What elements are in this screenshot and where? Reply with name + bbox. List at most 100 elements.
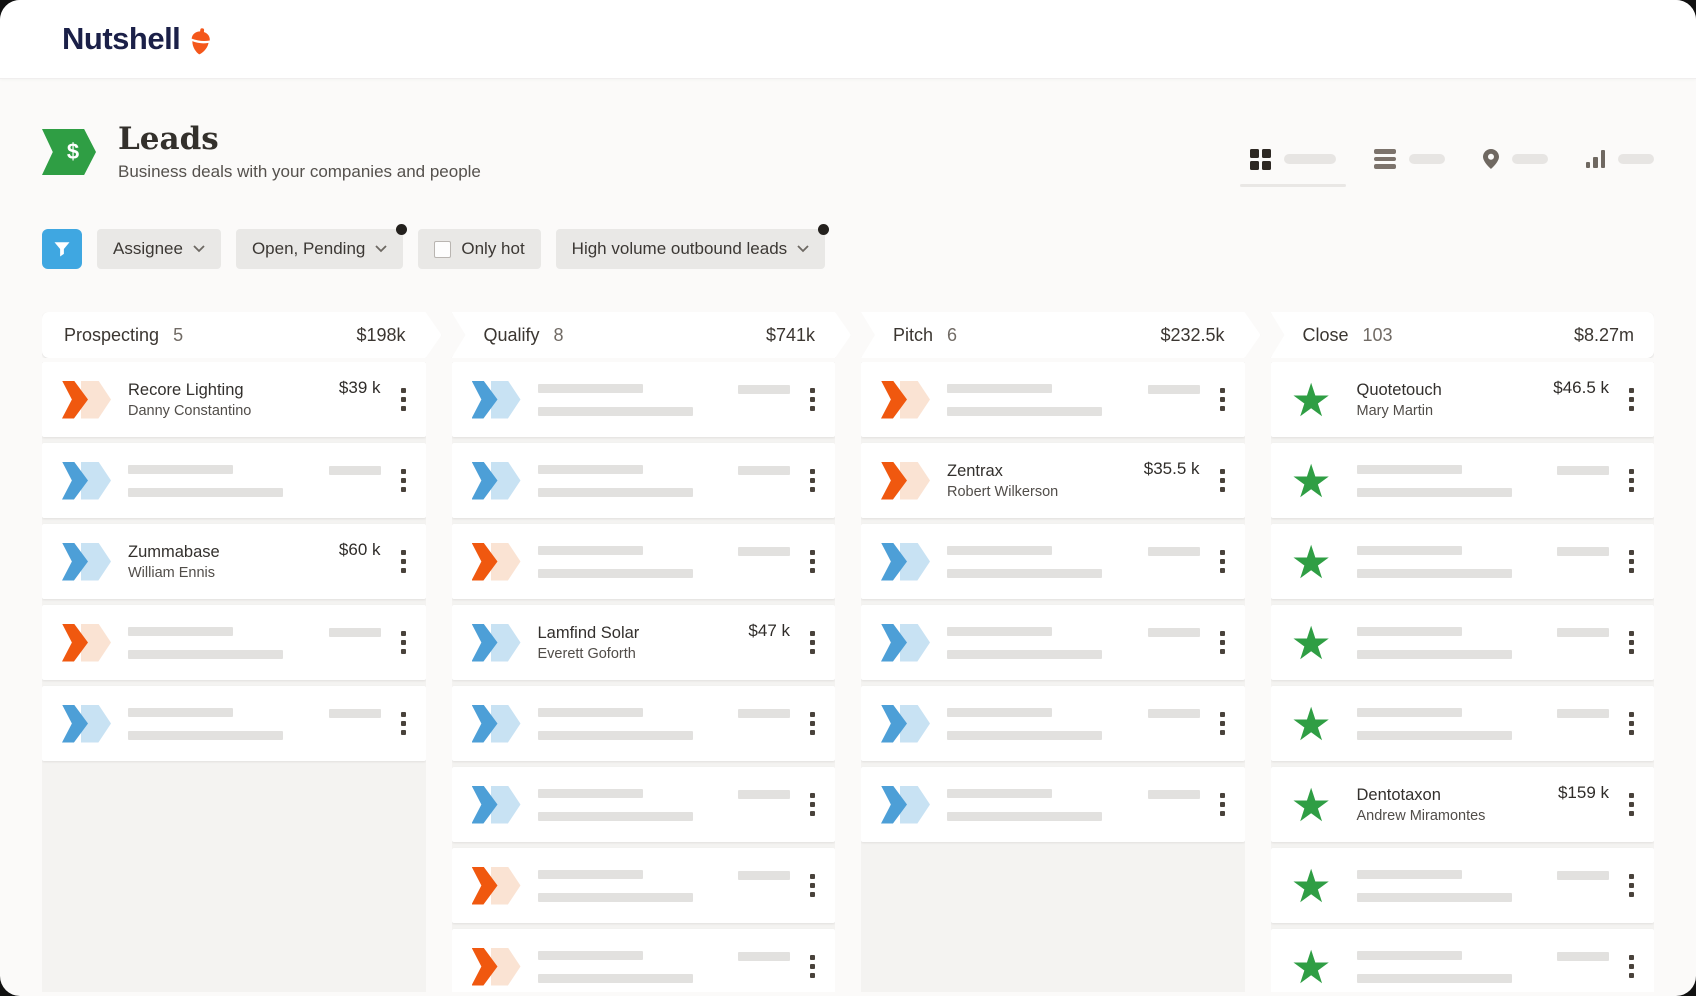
pipeline-board: Prospecting 5 $198k Recore Lighting Dann… <box>0 312 1696 992</box>
lead-card[interactable]: Zentrax Robert Wilkerson $35.5 k <box>861 443 1245 518</box>
nutshell-logo[interactable]: Nutshell <box>62 21 212 57</box>
lead-card-body: Zummabase William Ennis <box>128 543 220 581</box>
report-view-toggle[interactable] <box>1586 150 1655 168</box>
skeleton-value <box>738 709 790 718</box>
lead-card[interactable] <box>861 362 1245 437</box>
card-menu-button[interactable] <box>1625 627 1638 658</box>
lead-card[interactable] <box>861 524 1245 599</box>
orange-chevrons-icon <box>472 867 522 905</box>
card-menu-button[interactable] <box>806 546 819 577</box>
lead-card[interactable]: Lamfind Solar Everett Goforth $47 k <box>452 605 836 680</box>
lead-value <box>738 871 806 880</box>
skeleton-line <box>538 893 693 902</box>
lead-card-body <box>128 465 283 497</box>
card-menu-button[interactable] <box>1625 951 1638 982</box>
active-filter-indicator <box>396 224 407 235</box>
card-menu-button[interactable] <box>806 384 819 415</box>
skeleton-value <box>1148 547 1200 556</box>
column-header: Qualify 8 $741k <box>452 312 852 358</box>
card-menu-button[interactable] <box>397 546 410 577</box>
lead-card[interactable]: ★ <box>1271 443 1655 518</box>
card-menu-button[interactable] <box>1216 384 1229 415</box>
card-menu-button[interactable] <box>1216 708 1229 739</box>
card-menu-button[interactable] <box>1625 708 1638 739</box>
column-total-value: $8.27m <box>1574 325 1634 346</box>
acorn-icon <box>188 26 214 55</box>
card-menu-button[interactable] <box>397 708 410 739</box>
card-menu-button[interactable] <box>1216 465 1229 496</box>
column-name: Prospecting <box>64 325 159 346</box>
skeleton-line <box>128 627 233 636</box>
lead-card[interactable]: Recore Lighting Danny Constantino $39 k <box>42 362 426 437</box>
lead-value: $47 k <box>748 621 806 641</box>
lead-card[interactable]: Zummabase William Ennis $60 k <box>42 524 426 599</box>
lead-card[interactable] <box>452 362 836 437</box>
assignee-filter[interactable]: Assignee <box>97 229 221 269</box>
skeleton-line <box>947 650 1102 659</box>
card-menu-button[interactable] <box>806 708 819 739</box>
skeleton-value <box>738 790 790 799</box>
skeleton-value <box>738 385 790 394</box>
card-menu-button[interactable] <box>1625 789 1638 820</box>
card-menu-button[interactable] <box>1216 546 1229 577</box>
card-menu-button[interactable] <box>1216 789 1229 820</box>
card-menu-button[interactable] <box>806 789 819 820</box>
card-menu-button[interactable] <box>1625 465 1638 496</box>
lead-card[interactable] <box>42 443 426 518</box>
lead-card[interactable] <box>452 848 836 923</box>
bar-chart-icon <box>1586 150 1606 168</box>
lead-card[interactable] <box>42 686 426 761</box>
lead-card-body: Zentrax Robert Wilkerson <box>947 462 1058 500</box>
lead-card[interactable] <box>861 686 1245 761</box>
lead-value <box>1148 547 1216 556</box>
lead-card[interactable]: ★ <box>1271 524 1655 599</box>
lead-card-body <box>947 627 1102 659</box>
card-menu-button[interactable] <box>1216 627 1229 658</box>
card-menu-button[interactable] <box>397 627 410 658</box>
map-view-toggle[interactable] <box>1483 149 1548 169</box>
filter-button[interactable] <box>42 229 82 269</box>
board-view-toggle[interactable] <box>1250 149 1336 170</box>
lead-card[interactable] <box>452 767 836 842</box>
list-view-toggle[interactable] <box>1374 149 1445 169</box>
card-menu-button[interactable] <box>1625 546 1638 577</box>
lead-card[interactable]: ★ Dentotaxon Andrew Miramontes $159 k <box>1271 767 1655 842</box>
card-menu-button[interactable] <box>806 951 819 982</box>
lead-card[interactable] <box>42 605 426 680</box>
lead-card[interactable]: ★ <box>1271 605 1655 680</box>
card-menu-button[interactable] <box>806 627 819 658</box>
card-menu-button[interactable] <box>806 870 819 901</box>
saved-filter[interactable]: High volume outbound leads <box>556 229 825 269</box>
lead-card[interactable] <box>452 443 836 518</box>
column-count: 5 <box>173 325 183 346</box>
only-hot-checkbox[interactable] <box>434 241 451 258</box>
lead-value <box>738 790 806 799</box>
skeleton-line <box>538 488 693 497</box>
lead-card[interactable] <box>861 767 1245 842</box>
lead-card[interactable] <box>452 929 836 992</box>
skeleton-line <box>947 569 1102 578</box>
skeleton-line <box>538 870 643 879</box>
skeleton-line <box>538 708 643 717</box>
card-menu-button[interactable] <box>397 384 410 415</box>
green-star-icon: ★ <box>1291 786 1341 824</box>
lead-card[interactable] <box>452 524 836 599</box>
card-menu-button[interactable] <box>1625 870 1638 901</box>
column-name: Pitch <box>893 325 933 346</box>
skeleton-value <box>1148 790 1200 799</box>
lead-card[interactable]: ★ <box>1271 686 1655 761</box>
lead-card[interactable] <box>861 605 1245 680</box>
card-menu-button[interactable] <box>806 465 819 496</box>
status-filter[interactable]: Open, Pending <box>236 229 403 269</box>
lead-card[interactable] <box>452 686 836 761</box>
lead-card[interactable]: ★ Quotetouch Mary Martin $46.5 k <box>1271 362 1655 437</box>
lead-card[interactable]: ★ <box>1271 848 1655 923</box>
lead-card[interactable]: ★ <box>1271 929 1655 992</box>
lead-card-body <box>1357 465 1512 497</box>
card-menu-button[interactable] <box>397 465 410 496</box>
only-hot-filter[interactable]: Only hot <box>418 229 540 269</box>
column-total-value: $232.5k <box>1160 325 1224 346</box>
lead-card-body <box>1357 870 1512 902</box>
card-menu-button[interactable] <box>1625 384 1638 415</box>
skeleton-line <box>538 384 643 393</box>
